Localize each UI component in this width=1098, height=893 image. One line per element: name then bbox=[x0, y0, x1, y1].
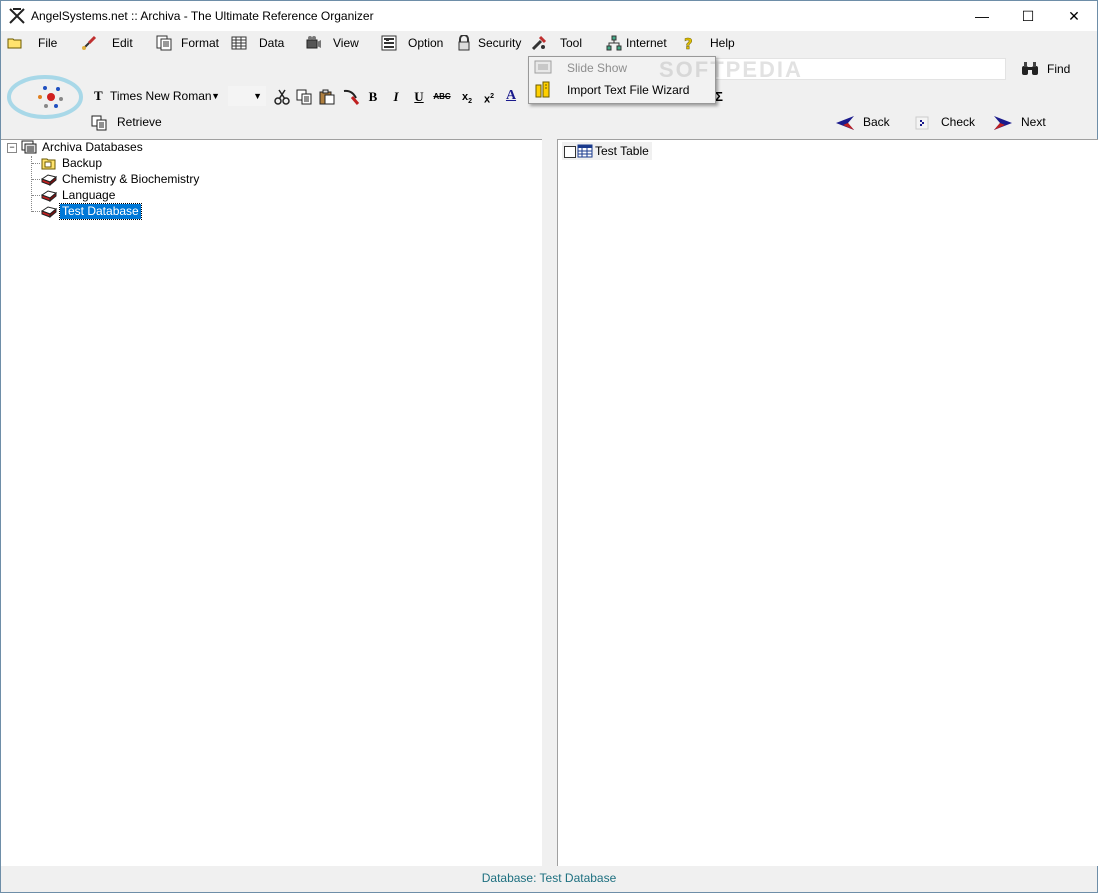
menu-edit[interactable]: Edit bbox=[81, 31, 137, 55]
underline-button[interactable]: U bbox=[409, 87, 429, 107]
table-list-pane[interactable]: Test Table bbox=[557, 139, 1098, 866]
italic-button[interactable]: I bbox=[386, 87, 406, 107]
format-painter-icon[interactable] bbox=[342, 88, 360, 106]
font-color-button[interactable]: A bbox=[501, 86, 521, 106]
paste-icon[interactable] bbox=[319, 89, 335, 105]
format-icon bbox=[156, 35, 172, 51]
lock-icon bbox=[458, 35, 470, 51]
menu-option[interactable]: Option bbox=[381, 31, 443, 55]
app-window: AngelSystems.net :: Archiva - The Ultima… bbox=[0, 0, 1098, 893]
folder-icon bbox=[41, 158, 56, 170]
help-icon: ? bbox=[684, 35, 693, 51]
next-arrow-icon bbox=[994, 116, 1012, 130]
menu-security[interactable]: Security bbox=[456, 31, 522, 55]
title-bar: AngelSystems.net :: Archiva - The Ultima… bbox=[1, 1, 1097, 31]
find-button[interactable]: Find bbox=[1047, 62, 1070, 76]
archiva-logo-icon bbox=[7, 75, 83, 119]
svg-text:?: ? bbox=[684, 35, 693, 51]
grid-icon bbox=[231, 36, 247, 50]
menu-item-import-text-file-wizard[interactable]: Import Text File Wizard bbox=[529, 79, 715, 101]
chevron-down-icon: ▼ bbox=[253, 91, 262, 101]
database-icon bbox=[41, 174, 57, 186]
superscript-button[interactable]: x2 bbox=[479, 87, 499, 107]
menu-data[interactable]: Data bbox=[231, 31, 287, 55]
network-icon bbox=[606, 35, 622, 51]
table-icon bbox=[577, 144, 593, 158]
next-button[interactable]: Next bbox=[991, 113, 1051, 133]
tools-icon bbox=[531, 35, 547, 51]
menu-bar: File Edit Format Data View Option Securi… bbox=[1, 31, 1097, 55]
maximize-button[interactable]: ☐ bbox=[1005, 1, 1051, 31]
menu-internet[interactable]: Internet bbox=[606, 31, 668, 55]
check-icon bbox=[915, 116, 929, 130]
bold-button[interactable]: B bbox=[363, 87, 383, 107]
cut-icon[interactable] bbox=[274, 89, 290, 105]
wizard-icon bbox=[535, 81, 550, 98]
status-bar: Database: Test Database bbox=[481, 871, 617, 885]
database-icon bbox=[41, 190, 57, 202]
subscript-button[interactable]: x2 bbox=[457, 87, 477, 107]
strikethrough-button[interactable]: ABC bbox=[432, 87, 452, 107]
options-icon bbox=[381, 35, 397, 51]
app-logo-icon bbox=[9, 8, 25, 24]
back-arrow-icon bbox=[836, 116, 854, 130]
font-size-select[interactable]: ▼ bbox=[227, 85, 267, 107]
chevron-down-icon: ▼ bbox=[211, 91, 220, 101]
check-button[interactable]: Check bbox=[913, 113, 977, 133]
menu-format[interactable]: Format bbox=[156, 31, 220, 55]
list-item-test-table[interactable]: Test Table bbox=[562, 142, 652, 160]
font-icon: T bbox=[94, 88, 103, 103]
window-title: AngelSystems.net :: Archiva - The Ultima… bbox=[31, 9, 374, 23]
tree-collapse-toggle[interactable]: − bbox=[7, 143, 17, 153]
slideshow-icon bbox=[534, 60, 552, 74]
binoculars-icon[interactable] bbox=[1021, 61, 1039, 77]
pane-splitter[interactable] bbox=[542, 139, 557, 865]
menu-tool[interactable]: Tool bbox=[531, 31, 587, 55]
tool-dropdown-menu: SOFTPEDIA Slide Show Import Text File Wi… bbox=[528, 56, 801, 104]
close-button[interactable]: ✕ bbox=[1051, 1, 1097, 31]
copy-icon[interactable] bbox=[296, 89, 312, 105]
retrieve-icon bbox=[91, 115, 107, 131]
brush-icon bbox=[82, 35, 97, 50]
database-icon bbox=[41, 206, 57, 218]
back-button[interactable]: Back bbox=[833, 113, 893, 133]
database-tree-pane[interactable]: − Archiva Databases Backup Chemistry & B… bbox=[1, 139, 542, 866]
menu-help[interactable]: ? Help bbox=[681, 31, 737, 55]
folder-icon bbox=[7, 38, 22, 49]
minimize-button[interactable]: — bbox=[959, 1, 1005, 31]
retrieve-button[interactable]: Retrieve bbox=[89, 113, 169, 133]
font-name-select[interactable]: T Times New Roman ▼ bbox=[89, 85, 225, 107]
table-checkbox[interactable] bbox=[564, 146, 576, 158]
menu-file[interactable]: File bbox=[7, 31, 59, 55]
camera-icon bbox=[306, 36, 321, 49]
menu-view[interactable]: View bbox=[306, 31, 362, 55]
menu-item-slide-show[interactable]: Slide Show bbox=[529, 57, 715, 79]
databases-icon bbox=[21, 140, 37, 154]
